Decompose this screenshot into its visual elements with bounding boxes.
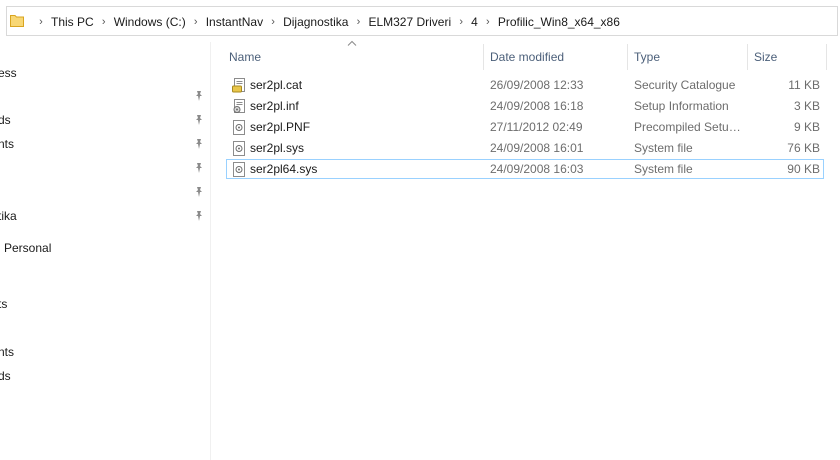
sort-ascending-icon (347, 40, 357, 46)
file-date: 27/11/2012 02:49 (490, 120, 583, 134)
file-row[interactable]: ser2pl.PNF 27/11/2012 02:49 Precompiled … (226, 117, 824, 137)
column-divider[interactable] (747, 44, 748, 70)
file-size: 11 KB (788, 78, 820, 92)
nav-item-documents[interactable]: nts (0, 137, 14, 151)
pin-icon (196, 187, 202, 197)
file-size: 90 KB (787, 162, 820, 176)
column-header-type[interactable]: Type (634, 50, 660, 64)
pin-icon (196, 115, 202, 125)
navigation-pane[interactable]: ess ds nts tika Personal ts nts ds (0, 42, 210, 460)
file-row[interactable]: ser2pl.inf 24/09/2008 16:18 Setup Inform… (226, 96, 824, 116)
breadcrumb-elm327-driveri[interactable]: ELM327 Driveri (368, 15, 451, 29)
column-divider[interactable] (627, 44, 628, 70)
chevron-right-icon[interactable]: › (94, 16, 114, 28)
breadcrumb: › This PC › Windows (C:) › InstantNav › … (31, 14, 620, 30)
nav-item-dijagnostika[interactable]: tika (0, 209, 17, 223)
nav-item-downloads-2[interactable]: ds (0, 369, 11, 383)
chevron-right-icon[interactable]: › (31, 16, 51, 28)
file-name: ser2pl.cat (250, 78, 303, 92)
chevron-right-icon[interactable]: › (348, 16, 368, 28)
nav-item-onedrive-personal[interactable]: Personal (4, 241, 51, 255)
breadcrumb-dijagnostika[interactable]: Dijagnostika (283, 15, 348, 29)
column-divider[interactable] (483, 44, 484, 70)
chevron-right-icon[interactable]: › (478, 16, 498, 28)
file-type: Security Catalogue (634, 78, 736, 92)
breadcrumb-this-pc[interactable]: This PC (51, 15, 94, 29)
file-row[interactable]: ser2pl.sys 24/09/2008 16:01 System file … (226, 138, 824, 158)
breadcrumb-windows-c[interactable]: Windows (C:) (114, 15, 186, 29)
pin-icon (196, 163, 202, 173)
file-date: 24/09/2008 16:18 (490, 99, 584, 113)
file-name: ser2pl.PNF (250, 120, 311, 134)
file-type: System file (634, 141, 693, 155)
pane-divider[interactable] (210, 42, 211, 460)
file-type: System file (634, 162, 693, 176)
catalog-file-icon (232, 78, 245, 93)
file-row-selected[interactable]: ser2pl64.sys 24/09/2008 16:03 System fil… (226, 159, 824, 179)
chevron-right-icon[interactable]: › (263, 16, 283, 28)
file-name: ser2pl.sys (250, 141, 305, 155)
file-date: 24/09/2008 16:03 (490, 162, 584, 176)
file-type: Setup Information (634, 99, 729, 113)
chevron-right-icon[interactable]: › (451, 16, 471, 28)
nav-item-quick-access[interactable]: ess (0, 66, 17, 80)
pin-icon (196, 91, 202, 101)
system-file-icon (233, 141, 245, 156)
file-type: Precompiled Setup Information (634, 120, 742, 134)
file-size: 9 KB (793, 120, 820, 134)
file-size: 76 KB (787, 141, 820, 155)
breadcrumb-profilic[interactable]: Profilic_Win8_x64_x86 (498, 15, 620, 29)
chevron-right-icon[interactable]: › (186, 16, 206, 28)
file-date: 24/09/2008 16:01 (490, 141, 584, 155)
system-file-icon (233, 120, 245, 135)
breadcrumb-4[interactable]: 4 (471, 15, 478, 29)
file-row[interactable]: ser2pl.cat 26/09/2008 12:33 Security Cat… (226, 75, 824, 95)
column-header-date[interactable]: Date modified (490, 50, 564, 64)
column-header-size[interactable]: Size (754, 50, 777, 64)
file-date: 26/09/2008 12:33 (490, 78, 584, 92)
folder-icon (10, 15, 24, 27)
address-bar[interactable]: › This PC › Windows (C:) › InstantNav › … (0, 0, 840, 42)
nav-item-objects[interactable]: ts (0, 297, 7, 311)
nav-item-documents-2[interactable]: nts (0, 345, 14, 359)
pin-icon (196, 211, 202, 221)
pin-icon (196, 139, 202, 149)
system-file-icon (233, 162, 245, 177)
file-size: 3 KB (793, 99, 820, 113)
column-divider[interactable] (826, 44, 827, 70)
file-name: ser2pl.inf (250, 99, 299, 113)
setup-info-file-icon (233, 99, 245, 113)
file-name: ser2pl64.sys (250, 162, 318, 176)
breadcrumb-instantnav[interactable]: InstantNav (206, 15, 263, 29)
nav-item-downloads[interactable]: ds (0, 113, 11, 127)
column-header-name[interactable]: Name (229, 50, 261, 64)
